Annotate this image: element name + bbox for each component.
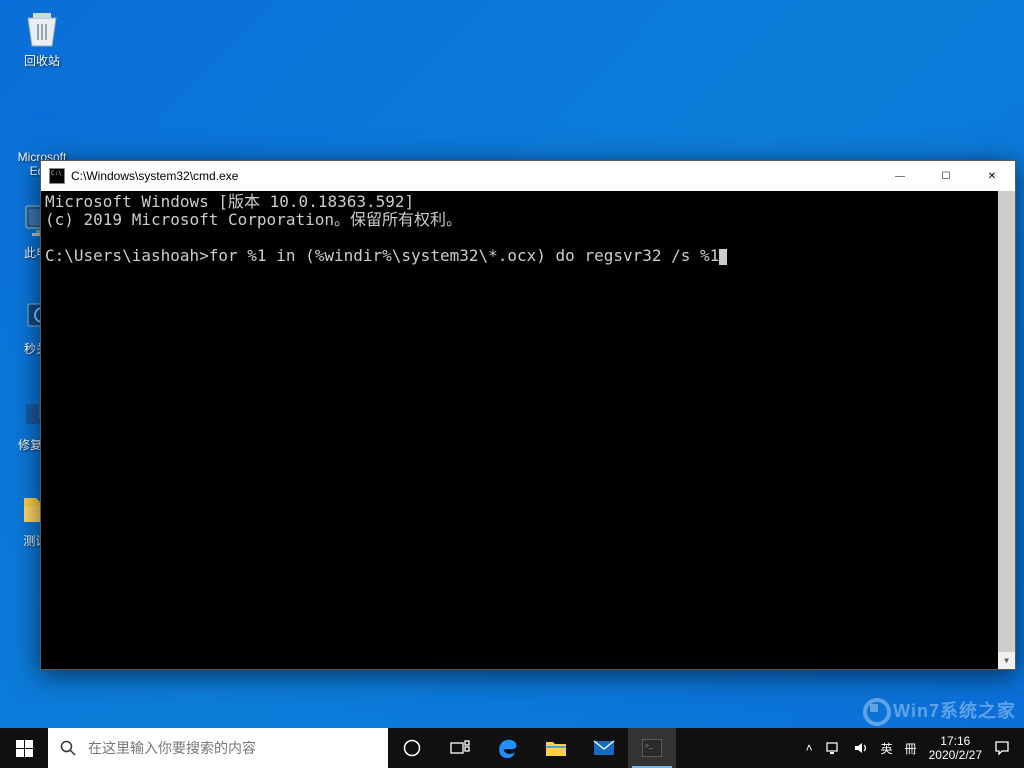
system-tray: ˄ 英 冊 17:16 2020/2/27 xyxy=(798,728,1024,768)
windows-logo-icon xyxy=(16,740,33,757)
chevron-up-icon: ˄ xyxy=(806,741,813,755)
cmd-line: Microsoft Windows [版本 10.0.18363.592] xyxy=(45,192,414,211)
window-controls: — ☐ ✕ xyxy=(877,161,1015,191)
search-icon xyxy=(60,740,76,756)
taskbar-mail-button[interactable] xyxy=(580,728,628,768)
cmd-window[interactable]: C:\Windows\system32\cmd.exe — ☐ ✕ Micros… xyxy=(40,160,1016,670)
taskbar: 在这里输入你要搜索的内容 >_ ˄ 英 冊 17:16 2020/2/27 xyxy=(0,728,1024,768)
minimize-button[interactable]: — xyxy=(877,161,923,191)
taskbar-cmd-button[interactable]: >_ xyxy=(628,728,676,768)
search-placeholder: 在这里输入你要搜索的内容 xyxy=(88,738,256,758)
tray-clock[interactable]: 17:16 2020/2/27 xyxy=(923,728,988,768)
cmd-line: C:\Users\iashoah>for %1 in (%windir%\sys… xyxy=(45,246,719,265)
network-icon xyxy=(825,740,841,756)
scroll-down-icon[interactable]: ▼ xyxy=(998,652,1015,669)
taskview-icon xyxy=(450,740,470,756)
cmd-cursor xyxy=(719,249,727,265)
tray-action-center-button[interactable] xyxy=(988,728,1016,768)
maximize-button[interactable]: ☐ xyxy=(923,161,969,191)
tray-network-button[interactable] xyxy=(819,728,847,768)
file-explorer-icon xyxy=(545,738,567,758)
scroll-thumb[interactable] xyxy=(998,191,1015,669)
taskbar-search[interactable]: 在这里输入你要搜索的内容 xyxy=(48,728,388,768)
mail-icon xyxy=(593,739,615,757)
cmd-app-icon xyxy=(49,168,65,184)
edge-icon xyxy=(18,100,66,148)
cortana-icon xyxy=(403,739,421,757)
recycle-bin-icon xyxy=(18,4,66,52)
terminal-scrollbar[interactable]: ▲ ▼ xyxy=(998,191,1015,669)
taskbar-explorer-button[interactable] xyxy=(532,728,580,768)
tray-volume-button[interactable] xyxy=(847,728,875,768)
cmd-terminal[interactable]: Microsoft Windows [版本 10.0.18363.592] (c… xyxy=(41,191,1015,669)
close-button[interactable]: ✕ xyxy=(969,161,1015,191)
action-center-icon xyxy=(994,740,1010,756)
cmd-line: (c) 2019 Microsoft Corporation。保留所有权利。 xyxy=(45,210,462,229)
tray-date: 2020/2/27 xyxy=(929,748,982,762)
watermark-logo-icon xyxy=(863,698,891,726)
cortana-button[interactable] xyxy=(388,728,436,768)
start-button[interactable] xyxy=(0,728,48,768)
cmd-title-text: C:\Windows\system32\cmd.exe xyxy=(71,169,877,183)
cmd-titlebar[interactable]: C:\Windows\system32\cmd.exe — ☐ ✕ xyxy=(41,161,1015,191)
svg-text:>_: >_ xyxy=(645,742,653,750)
taskbar-edge-button[interactable] xyxy=(484,728,532,768)
tray-overflow-button[interactable]: ˄ xyxy=(800,728,819,768)
taskview-button[interactable] xyxy=(436,728,484,768)
tray-time: 17:16 xyxy=(940,734,970,748)
tray-ime-lang[interactable]: 英 xyxy=(875,728,899,768)
watermark: Win7系统之家 xyxy=(863,697,1016,726)
desktop-icon-label: 回收站 xyxy=(24,54,60,68)
volume-icon xyxy=(853,740,869,756)
edge-icon xyxy=(496,736,520,760)
cmd-icon: >_ xyxy=(642,739,662,757)
tray-ime-mode[interactable]: 冊 xyxy=(899,728,923,768)
desktop-icon-recycle[interactable]: 回收站 xyxy=(4,4,80,90)
